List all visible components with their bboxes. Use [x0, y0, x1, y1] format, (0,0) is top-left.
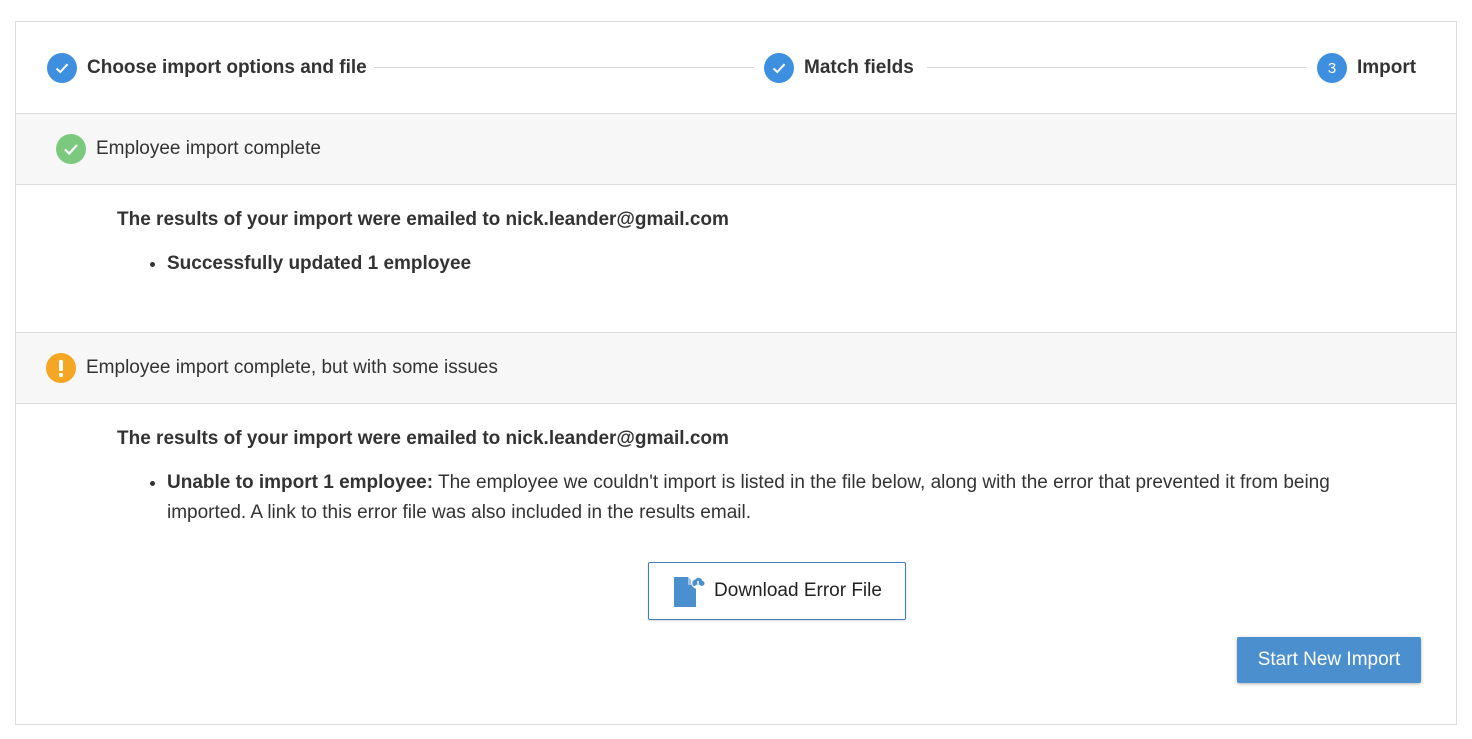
step-import: 3 Import [1317, 53, 1417, 83]
checkmark-icon [764, 53, 794, 83]
step-label: Match fields [804, 57, 914, 78]
exclamation-icon [46, 353, 76, 383]
warning-result-list: Unable to import 1 employee: The employe… [117, 468, 1347, 528]
step-choose-options[interactable]: Choose import options and file [47, 53, 367, 83]
import-wizard-card: Choose import options and file Match fie… [15, 21, 1457, 725]
step-connector [374, 67, 754, 68]
success-result-list: Successfully updated 1 employee [117, 249, 1347, 279]
results-emailed-heading: The results of your import were emailed … [117, 428, 729, 449]
start-new-import-button[interactable]: Start New Import [1237, 637, 1421, 683]
check-circle-icon [56, 134, 86, 164]
success-section-header: Employee import complete [16, 114, 1456, 185]
checkmark-icon [47, 53, 77, 83]
step-number: 3 [1317, 53, 1347, 83]
step-label: Choose import options and file [87, 57, 367, 78]
import-stepper: Choose import options and file Match fie… [16, 22, 1456, 114]
download-error-file-button[interactable]: Download Error File [648, 562, 906, 620]
download-button-label: Download Error File [714, 580, 882, 601]
step-label: Import [1357, 57, 1417, 78]
file-download-icon [672, 574, 706, 608]
warning-section-header: Employee import complete, but with some … [16, 333, 1456, 404]
list-item: Unable to import 1 employee: The employe… [167, 468, 1347, 528]
success-header-text: Employee import complete [96, 138, 321, 159]
success-section-body: The results of your import were emailed … [16, 185, 1456, 333]
warning-header-text: Employee import complete, but with some … [86, 357, 498, 378]
results-emailed-heading: The results of your import were emailed … [117, 209, 729, 230]
step-match-fields[interactable]: Match fields [764, 53, 914, 83]
list-item: Successfully updated 1 employee [167, 249, 1347, 279]
step-connector [927, 67, 1307, 68]
